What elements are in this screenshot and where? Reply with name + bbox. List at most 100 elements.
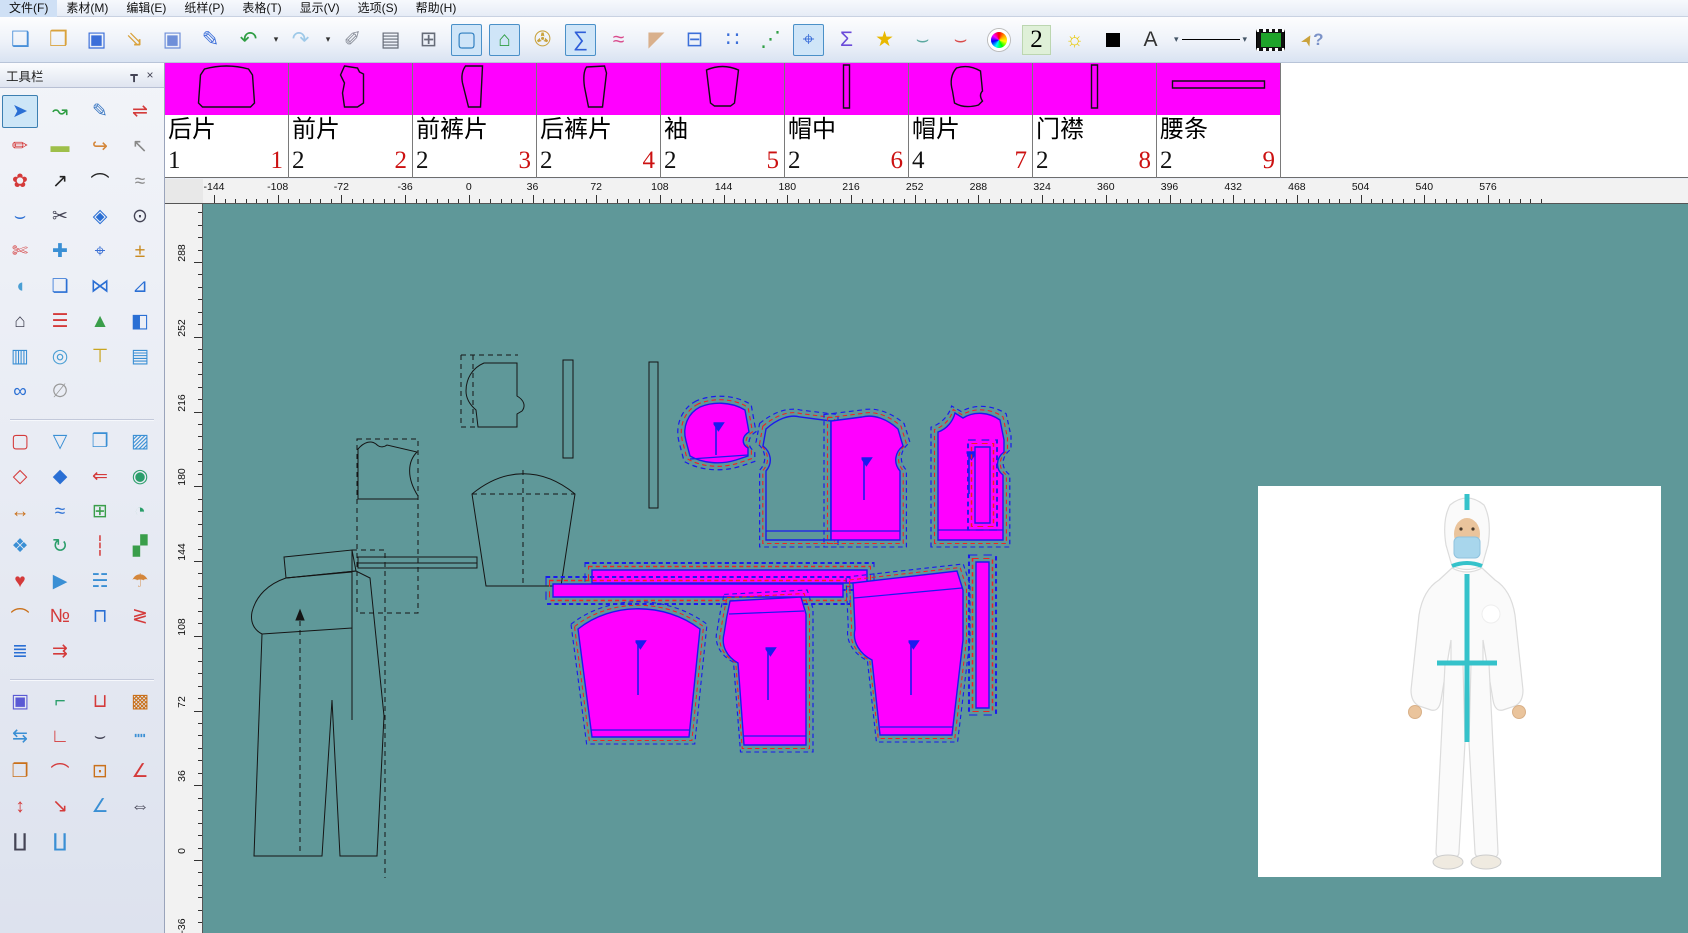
pattern-card-sleeve[interactable]: 袖25 [661, 63, 785, 178]
tool-sewing-machine[interactable]: ⊓ [82, 600, 118, 633]
plotter-button[interactable]: ▤ [375, 24, 406, 56]
tool-beach-preview[interactable]: ☂ [122, 565, 158, 598]
tool-number-points[interactable]: № [42, 600, 78, 633]
tool-piece-flip[interactable]: ⇐ [82, 460, 118, 493]
pattern-card-back-trouser[interactable]: 后裤片24 [537, 63, 661, 178]
tool-expand-piece[interactable]: ⇉ [42, 635, 78, 668]
menu-item[interactable]: 选项(S) [349, 0, 407, 17]
tool-ribbon-cut[interactable]: ✿ [2, 165, 38, 198]
tool-piece-fill[interactable]: ◧ [122, 305, 158, 338]
tool-pleat-skirt[interactable]: ▥ [2, 340, 38, 373]
help-cursor-button[interactable]: ➤? [1293, 24, 1331, 56]
filmstrip-button[interactable] [1255, 24, 1286, 56]
tool-arc-tool[interactable]: ⌣ [2, 200, 38, 233]
hood-draft-guides[interactable] [461, 355, 518, 427]
tool-pocket-tool[interactable]: ▽ [42, 425, 78, 458]
tool-fabric-roll[interactable]: ▨ [122, 425, 158, 458]
tool-piece-cut[interactable]: ◆ [42, 460, 78, 493]
scatter-chart-button[interactable]: ∷ [717, 24, 748, 56]
tool-point-arrow[interactable]: ↗ [42, 165, 78, 198]
text-tool-button[interactable]: A [1135, 24, 1166, 56]
thread-lines-button[interactable]: ≈ [603, 24, 634, 56]
tool-arc-radius[interactable]: ⌒ [42, 755, 78, 788]
tool-spacing-adjust[interactable]: ⇔ [122, 790, 158, 823]
bulb-button[interactable]: ☼ [1059, 24, 1090, 56]
tool-curve-adjust[interactable]: ⇌ [122, 95, 158, 128]
bodice-pair-left-half[interactable] [756, 409, 838, 547]
redo-menu-button[interactable]: ▾ [323, 24, 333, 56]
tool-corner-measure[interactable]: ∟ [42, 720, 78, 753]
tool-piece-handles[interactable]: ◇ [2, 460, 38, 493]
grade-count-button[interactable]: 2 [1021, 24, 1052, 56]
brush-button[interactable]: ◤ [641, 24, 672, 56]
tool-compass[interactable]: ⌖ [82, 235, 118, 268]
menu-item[interactable]: 纸样(P) [175, 0, 233, 17]
tool-angle-measure[interactable]: ∠ [82, 790, 118, 823]
tool-trace-piece[interactable]: ⌂ [2, 305, 38, 338]
tool-button-tool[interactable]: ◉ [122, 460, 158, 493]
tool-measure-bar[interactable]: ↔ [2, 495, 38, 528]
bodice-draft[interactable] [358, 442, 418, 499]
tool-tape-measure[interactable]: ± [122, 235, 158, 268]
tool-t-square[interactable]: ⊤ [82, 340, 118, 373]
tool-eraser[interactable]: ▬ [42, 130, 78, 163]
pattern-card-hood-center-strip[interactable]: 帽中26 [785, 63, 909, 178]
placket-piece-long[interactable] [969, 555, 996, 715]
line-style-button[interactable]: ▾▾ [1173, 24, 1248, 56]
tool-shape-punch[interactable]: ◈ [82, 200, 118, 233]
pattern-card-front-trouser[interactable]: 前裤片23 [413, 63, 537, 178]
tool-cross-axis[interactable]: ✚ [42, 235, 78, 268]
star-measure-button[interactable]: ★ [869, 24, 900, 56]
menu-item[interactable]: 表格(T) [233, 0, 290, 17]
new-file-button[interactable]: ❑ [5, 24, 36, 56]
tool-seam-dashed[interactable]: ┆ [82, 530, 118, 563]
menu-item[interactable]: 编辑(E) [117, 0, 175, 17]
tool-mirror-flip[interactable]: ⋈ [82, 270, 118, 303]
tool-arrange-pieces[interactable]: ▶ [42, 565, 78, 598]
tool-zigzag-stitch[interactable]: ≷ [122, 600, 158, 633]
tool-line-pen[interactable]: ✎ [82, 95, 118, 128]
size-table-button[interactable]: ⊞ [413, 24, 444, 56]
tool-frame-select[interactable]: ▣ [2, 685, 38, 718]
menu-item[interactable]: 素材(M) [57, 0, 117, 17]
merge-layers-button[interactable]: ⊟ [679, 24, 710, 56]
tool-piece-join[interactable]: ⊞ [82, 495, 118, 528]
pattern-card-waist-strip[interactable]: 腰条29 [1157, 63, 1281, 178]
undo-menu-button[interactable]: ▾ [271, 24, 281, 56]
pattern-card-back-piece[interactable]: 后片11 [165, 63, 289, 178]
tool-compare-pieces[interactable]: ▞ [122, 530, 158, 563]
tool-point-move[interactable]: ↖ [122, 130, 158, 163]
trouser-waist-draft[interactable] [284, 550, 356, 578]
digitizer-pen-button[interactable]: ✐ [337, 24, 368, 56]
pin-icon[interactable]: ┳ [126, 68, 142, 82]
open-file-button[interactable]: ❒ [43, 24, 74, 56]
color-swatch-button[interactable] [1097, 24, 1128, 56]
tool-protractor[interactable]: ◖ [2, 270, 38, 303]
hood-strip-draft[interactable] [563, 360, 573, 458]
tool-notch-curve[interactable]: ⌣ [82, 720, 118, 753]
tool-smart-pen[interactable]: ↝ [42, 95, 78, 128]
hood-piece[interactable] [678, 396, 756, 470]
pattern-measure-button[interactable]: ⌖ [793, 24, 824, 56]
tool-spectacles[interactable]: ⊙ [122, 200, 158, 233]
bodice-draft-box[interactable] [357, 439, 418, 613]
tool-corner-fold[interactable]: ⌐ [42, 685, 78, 718]
segment-sum-button[interactable]: Σ [831, 24, 862, 56]
pattern-card-placket-strip[interactable]: 门襟28 [1033, 63, 1157, 178]
tool-copy-blocks[interactable]: ❏ [42, 270, 78, 303]
curve-notch-button[interactable]: ⌣ [945, 24, 976, 56]
tool-unlink-chain[interactable]: ∅ [42, 375, 78, 408]
tool-spiral-tool[interactable]: ◎ [42, 340, 78, 373]
import-file-button[interactable]: ⇘ [119, 24, 150, 56]
redo-button[interactable]: ↷ [285, 24, 316, 56]
bodice-pair-right-half[interactable] [766, 409, 910, 547]
tool-grading-lines[interactable]: ☰ [42, 305, 78, 338]
trouser-draft[interactable] [251, 571, 384, 856]
tool-wave-cut[interactable]: ≈ [42, 495, 78, 528]
tool-point-chain[interactable]: ┉ [122, 720, 158, 753]
piece-view-button[interactable]: ⌂ [489, 24, 520, 56]
sleeve-draft-guides[interactable] [472, 470, 575, 586]
tool-corner-angle[interactable]: ∠ [122, 755, 158, 788]
tool-drill-marks[interactable]: ♥ [2, 565, 38, 598]
sleeve-piece[interactable] [571, 602, 707, 744]
